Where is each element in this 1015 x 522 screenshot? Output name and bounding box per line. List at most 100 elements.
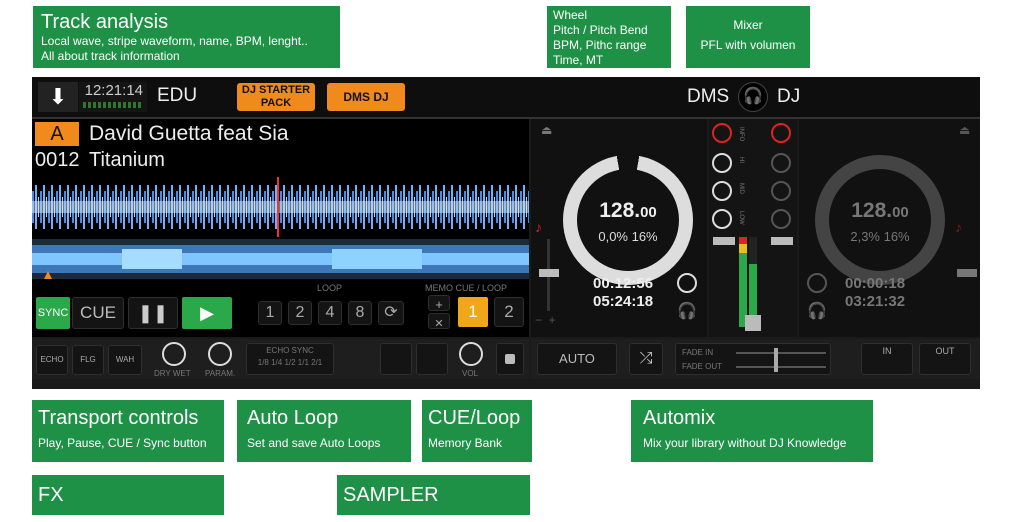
fx-echo-button[interactable]: ECHO <box>36 345 68 375</box>
eq-label: MID <box>738 183 744 194</box>
callout-line: Local wave, stripe waveform, name, BPM, … <box>41 34 308 48</box>
stripe-graphic <box>32 245 529 279</box>
param-knob[interactable] <box>208 342 232 366</box>
callout-fx: FX <box>32 475 224 515</box>
download-icon[interactable]: ⬇ <box>38 82 78 112</box>
track-title: Titanium <box>89 149 165 171</box>
echo-sync-values: 1/8 1/4 1/2 1/1 2/1 <box>257 358 323 367</box>
clock-display: 12:21:14 <box>79 82 147 112</box>
close-icon: ✕ <box>434 318 444 330</box>
loop-button[interactable]: 8 <box>348 301 372 325</box>
fade-handle <box>774 348 778 372</box>
remaining-time: 03:21:32 <box>845 293 906 310</box>
bpm-dec: 00 <box>640 204 657 221</box>
jog-center: 128.00 0,0% 16% <box>577 169 679 271</box>
reload-icon: ⟳ <box>384 304 398 321</box>
in-button[interactable]: IN <box>861 343 913 375</box>
eq-mid-knob[interactable] <box>712 181 732 201</box>
fx-flanger-button[interactable]: FLG <box>72 345 104 375</box>
crossfader[interactable] <box>745 315 761 331</box>
pitch-key-readout: 0,0% 16% <box>598 229 658 244</box>
dj-starter-pack-button[interactable]: DJ STARTER PACK <box>237 83 315 111</box>
loop-button[interactable]: 2 <box>288 301 312 325</box>
callout-track-analysis: Track analysis Local wave, stripe wavefo… <box>33 6 340 68</box>
stop-icon <box>505 354 515 364</box>
callout-line: Play, Pause, CUE / Sync button <box>38 436 207 450</box>
eq-low-knob[interactable] <box>771 209 791 229</box>
channel-fader[interactable] <box>771 237 793 327</box>
auto-button[interactable]: AUTO <box>537 343 617 375</box>
pitch-range-knob[interactable] <box>807 273 827 293</box>
echo-sync-selector[interactable]: ECHO SYNC 1/8 1/4 1/2 1/1 2/1 <box>246 343 334 375</box>
eq-low-knob[interactable] <box>712 209 732 229</box>
out-button[interactable]: OUT <box>919 343 971 375</box>
fader-handle <box>713 237 735 245</box>
eject-icon[interactable]: ⏏ <box>959 123 970 137</box>
channel-fader[interactable] <box>713 237 735 327</box>
top-bar: ⬇ 12:21:14 EDU DJ STARTER PACK DMS DJ DM… <box>32 77 980 119</box>
memo-delete-button[interactable]: ✕ <box>428 313 450 330</box>
play-button[interactable]: ▶ <box>182 297 232 329</box>
vu-meter <box>749 237 757 327</box>
deck-a-wheel-panel: ⏏ ♪ − + 128.00 0,0% 16% 00:12:56 05:24:1… <box>531 119 707 337</box>
fade-in-slider[interactable] <box>736 352 826 354</box>
headphones-cue-icon[interactable]: 🎧 <box>677 301 697 321</box>
dry-wet-knob[interactable] <box>162 342 186 366</box>
eject-icon[interactable]: ⏏ <box>541 123 552 137</box>
pitch-slider[interactable]: ♪ − + <box>535 219 561 329</box>
cue-button[interactable]: CUE <box>72 297 124 329</box>
callout-transport: Transport controls Play, Pause, CUE / Sy… <box>32 400 224 462</box>
callout-title: Track analysis <box>41 11 169 33</box>
bpm-display: 128.00 <box>577 199 679 223</box>
sampler-volume-knob[interactable] <box>459 342 483 366</box>
memo-slot-button[interactable]: 2 <box>494 297 524 327</box>
vu-meter <box>739 237 747 327</box>
loop-button[interactable]: 4 <box>318 301 342 325</box>
pitch-slider[interactable]: ♪ <box>955 219 979 329</box>
deck-letter-badge: A <box>35 122 79 146</box>
gain-knob[interactable] <box>771 123 791 143</box>
loop-toggle-button[interactable]: ⟳ <box>378 301 404 325</box>
headphones-cue-icon[interactable]: 🎧 <box>807 301 827 321</box>
gain-knob[interactable] <box>712 123 732 143</box>
sampler-stop-button[interactable] <box>496 343 524 375</box>
callout-mixer: Mixer PFL with volumen <box>686 6 810 68</box>
loop-button[interactable]: 1 <box>258 301 282 325</box>
bpm-display: 128.00 <box>829 199 931 223</box>
fx-wah-button[interactable]: WAH <box>108 345 142 375</box>
callout-wheel: Wheel Pitch / Pitch Bend BPM, Pithc rang… <box>547 6 671 68</box>
automix-row: AUTO ⤮ FADE IN FADE OUT IN OUT <box>531 339 980 379</box>
memo-add-button[interactable]: + <box>428 295 450 312</box>
deck-a-panel: A David Guetta feat Sia 0012 Titanium LO… <box>32 119 529 337</box>
stripe-waveform[interactable] <box>32 239 529 279</box>
jog-wheel[interactable]: 128.00 2,3% 16% <box>815 155 945 285</box>
fade-out-slider[interactable] <box>736 366 826 368</box>
sync-button[interactable]: SYNC <box>36 297 70 329</box>
pause-button[interactable]: ❚❚ <box>128 297 178 329</box>
eq-mid-knob[interactable] <box>771 181 791 201</box>
callout-title: CUE/Loop <box>428 407 521 429</box>
waveform-graphic <box>32 177 529 237</box>
sampler-pad[interactable] <box>380 343 412 375</box>
eq-hi-knob[interactable] <box>771 153 791 173</box>
fade-in-label: FADE IN <box>682 348 714 357</box>
pitch-key-readout: 2,3% 16% <box>850 229 910 244</box>
callout-title: Transport controls <box>38 407 199 429</box>
level-meter <box>83 102 143 108</box>
dj-app-window: ⬇ 12:21:14 EDU DJ STARTER PACK DMS DJ DM… <box>32 77 980 389</box>
note-icon: ♪ <box>955 219 962 235</box>
eq-hi-knob[interactable] <box>712 153 732 173</box>
dms-dj-button[interactable]: DMS DJ <box>327 83 405 111</box>
shuffle-button[interactable]: ⤮ <box>629 343 663 375</box>
local-waveform[interactable] <box>32 177 529 237</box>
jog-wheel[interactable]: 128.00 0,0% 16% <box>563 155 693 285</box>
eq-label: HI <box>738 157 744 163</box>
sampler-pad[interactable] <box>416 343 448 375</box>
elapsed-time: 00:00:18 <box>845 275 906 292</box>
memo-slot-button[interactable]: 1 <box>458 297 488 327</box>
eq-label: INFO <box>738 127 744 142</box>
bpm-dec: 00 <box>892 204 909 221</box>
callout-title: FX <box>38 484 64 506</box>
headphones-logo-icon: 🎧 <box>738 82 768 112</box>
pitch-range-knob[interactable] <box>677 273 697 293</box>
